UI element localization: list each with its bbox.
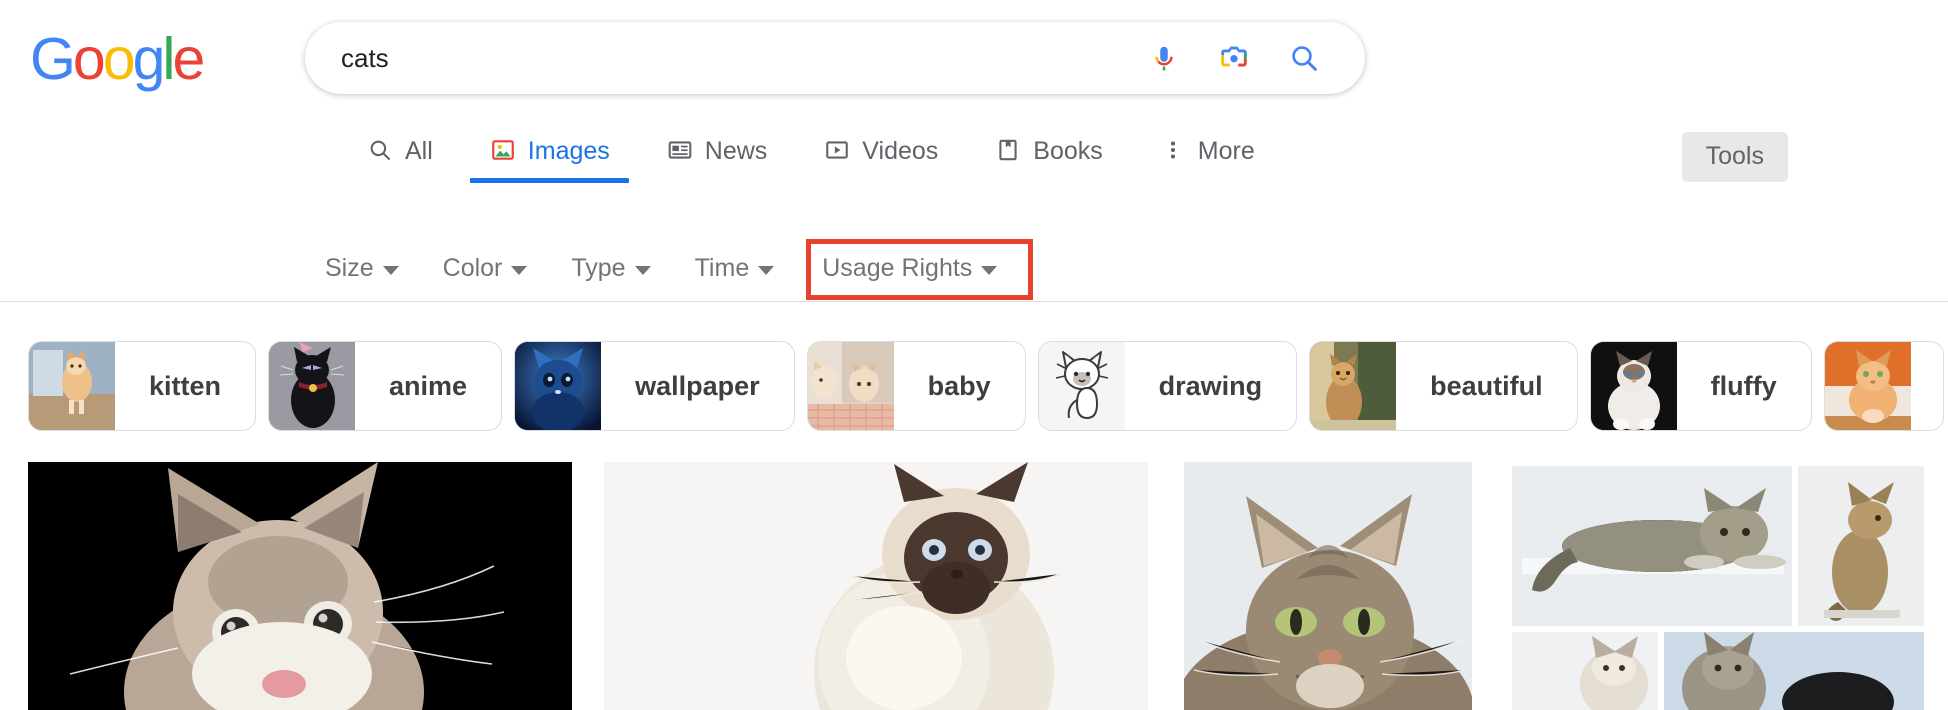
chip-thumbnail [515,342,602,430]
chip-thumbnail [1310,342,1397,430]
image-filters: Size Color Type Time Usage Rights [0,236,1019,300]
news-icon [666,136,694,164]
tab-videos[interactable]: Videos [795,122,966,178]
chip-label: baby [927,370,991,401]
search-icon [366,136,394,164]
image-result-2[interactable] [604,462,1148,710]
search-header: Google cats All Images News Videos Books… [0,0,1948,302]
search-bar-actions [1146,40,1364,76]
chip-anime[interactable]: anime [268,341,503,431]
image-result-3[interactable] [1184,462,1472,710]
filter-color[interactable]: Color [421,243,550,294]
chevron-down-icon [382,265,399,275]
tab-label: Images [527,136,610,165]
google-logo[interactable]: Google [30,30,205,89]
logo-letter-e: e [172,26,206,92]
chip-label: beautiful [1430,370,1543,401]
logo-letter-l: l [162,26,175,92]
logo-letter-o1: o [72,26,106,92]
chip-baby[interactable]: baby [806,341,1026,431]
filter-size[interactable]: Size [303,243,421,294]
nav-tabs: All Images News Videos Books More [338,122,1283,190]
image-result-1[interactable] [28,462,572,710]
chip-label: kitten [149,370,222,401]
tab-label: All [405,136,433,165]
result-thumbnail [604,462,1148,710]
microphone-icon[interactable] [1146,40,1182,76]
chip-label: drawing [1158,370,1263,401]
chip-label: wallpaper [635,370,760,401]
chip-thumbnail [1590,342,1677,430]
chevron-down-icon [511,265,528,275]
active-tab-underline [469,178,629,183]
filter-label: Color [442,253,503,282]
search-bar[interactable] [305,22,1365,94]
tab-label: Videos [862,136,939,165]
logo-letter-g1: G [30,26,76,92]
tab-more[interactable]: More [1131,122,1283,178]
tab-news[interactable]: News [638,122,796,178]
image-results-grid [0,462,1948,710]
tab-all[interactable]: All [338,122,461,178]
chip-thumbnail [1038,342,1125,430]
filter-usage-rights[interactable]: Usage Rights [796,243,1019,294]
chip-wallpaper[interactable]: wallpaper [514,341,795,431]
chip-drawing[interactable]: drawing [1037,341,1298,431]
result-thumbnail [1184,462,1472,710]
chip-beautiful[interactable]: beautiful [1309,341,1578,431]
tools-button[interactable]: Tools [1681,132,1788,182]
tab-images[interactable]: Images [461,122,638,183]
tab-label: More [1197,136,1255,165]
filter-label: Time [694,253,750,282]
chip-thumbnail [807,342,894,430]
chip-fluffy[interactable]: fluffy [1589,341,1812,431]
filter-label: Size [325,253,374,282]
chip-partial-right[interactable] [1823,341,1944,431]
chevron-down-icon [758,265,775,275]
tab-label: News [704,136,768,165]
google-lens-camera-icon[interactable] [1216,40,1252,76]
logo-letter-o2: o [102,26,136,92]
logo-letter-g2: g [132,26,166,92]
image-result-4[interactable] [1508,462,1928,710]
tab-books[interactable]: Books [966,122,1130,178]
chip-thumbnail [1824,342,1911,430]
chevron-down-icon [981,265,998,275]
search-icon[interactable] [1286,40,1322,76]
image-icon [489,136,517,164]
tab-label: Books [1033,136,1103,165]
search-nav: All Images News Videos Books More Tools [0,122,1948,190]
result-thumbnail [28,462,572,710]
search-input[interactable] [306,38,1146,78]
video-play-icon [823,136,851,164]
chip-thumbnail [269,342,356,430]
chip-label: anime [389,370,468,401]
filter-label: Usage Rights [822,253,973,282]
filter-label: Type [571,253,626,282]
more-vertical-icon [1159,136,1187,164]
related-searches-row[interactable]: kitten anime wallpaper baby drawing beau… [0,336,1948,436]
chip-label: fluffy [1710,370,1777,401]
book-icon [994,136,1022,164]
filter-time[interactable]: Time [673,243,797,294]
filter-type[interactable]: Type [549,243,672,294]
chevron-down-icon [634,265,651,275]
chip-thumbnail [29,342,115,430]
chip-kitten[interactable]: kitten [28,341,257,431]
result-thumbnail [1508,462,1928,710]
